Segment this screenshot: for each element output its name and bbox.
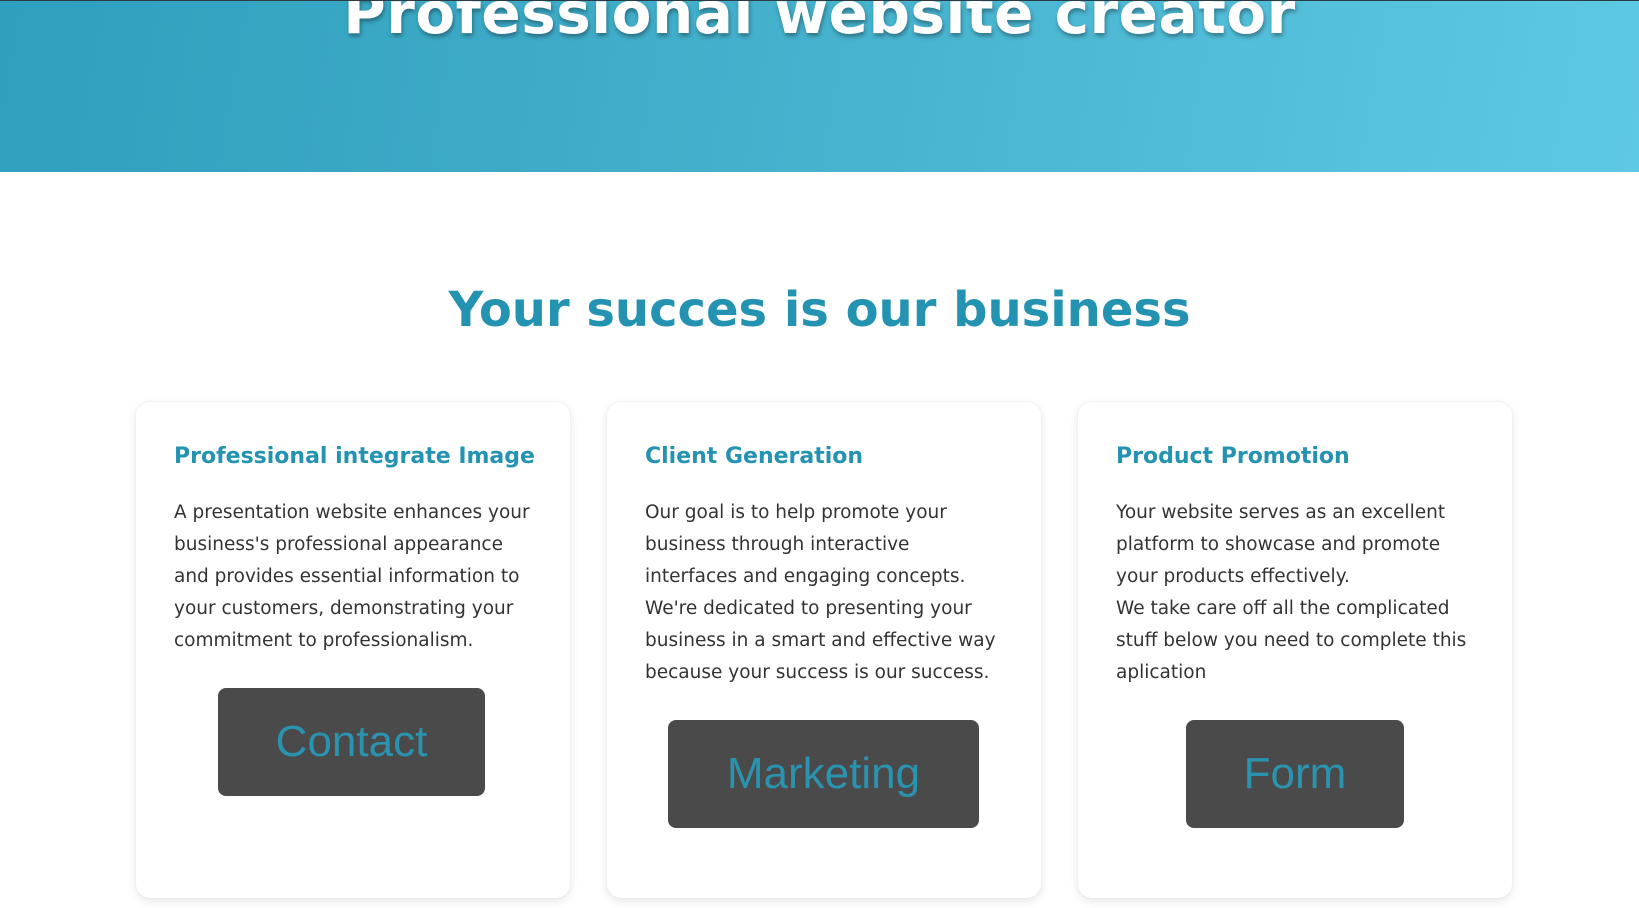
card-description-line: Your website serves as an excellent [1116,502,1446,523]
card-description: A presentation website enhances your bus… [174,497,546,657]
card-description-line: because your success is our success. [645,662,990,683]
card-title: Client Generation [645,444,864,469]
form-button[interactable]: Form [1186,720,1404,828]
feature-card-professional-image: Professional integrate Image A presentat… [136,402,570,898]
card-description-line: A presentation website enhances your [174,502,530,523]
hero-title: Professional website creator [343,0,1296,47]
card-description-line: aplication [1116,662,1207,683]
card-description: Your website serves as an excellent plat… [1116,497,1488,689]
section-title: Your succes is our business [448,282,1191,338]
card-description-line: commitment to professionalism. [174,630,474,651]
card-description-line: your customers, demonstrating your [174,598,514,619]
marketing-button[interactable]: Marketing [668,720,979,828]
card-description-line: interfaces and engaging concepts. [645,566,966,587]
card-description-line: Our goal is to help promote your [645,502,947,523]
card-title: Professional integrate Image [174,444,535,469]
card-description-line: business's professional appearance [174,534,503,555]
card-description-line: We're dedicated to presenting your [645,598,972,619]
contact-button[interactable]: Contact [218,688,485,796]
card-description-line: stuff below you need to complete this [1116,630,1467,651]
card-description-line: your products effectively. [1116,566,1350,587]
card-description-line: business in a smart and effective way [645,630,996,651]
card-title: Product Promotion [1116,444,1350,469]
card-description: Our goal is to help promote your busines… [645,497,1017,689]
card-description-line: We take care off all the complicated [1116,598,1450,619]
feature-card-product-promotion: Product Promotion Your website serves as… [1078,402,1512,898]
card-description-line: and provides essential information to [174,566,520,587]
hero-banner: Professional website creator [0,0,1639,172]
feature-card-client-generation: Client Generation Our goal is to help pr… [607,402,1041,898]
card-description-line: platform to showcase and promote [1116,534,1441,555]
card-description-line: business through interactive [645,534,910,555]
